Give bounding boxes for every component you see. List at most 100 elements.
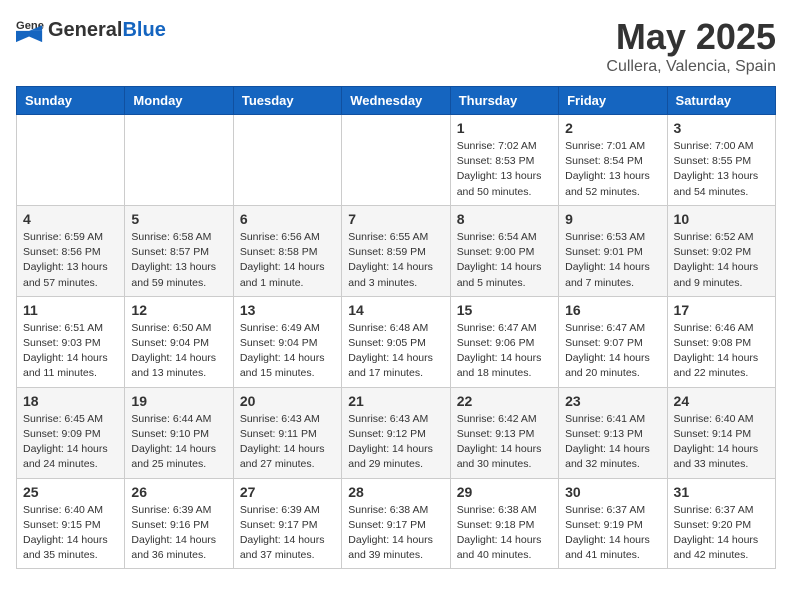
- calendar-cell: 24 Sunrise: 6:40 AMSunset: 9:14 PMDayligh…: [667, 387, 775, 478]
- day-number: 31: [674, 484, 769, 500]
- calendar-cell: 29Sunrise: 6:38 AMSunset: 9:18 PMDayligh…: [450, 478, 558, 569]
- day-number: 24: [674, 393, 769, 409]
- weekday-header-thursday: Thursday: [450, 87, 558, 115]
- calendar-cell: 31 Sunrise: 6:37 AMSunset: 9:20 PMDayligh…: [667, 478, 775, 569]
- day-info: Sunrise: 6:44 AMSunset: 9:10 PMDaylight:…: [131, 412, 226, 473]
- calendar-cell: 8 Sunrise: 6:54 AMSunset: 9:00 PMDaylight…: [450, 205, 558, 296]
- calendar-week-row: 25Sunrise: 6:40 AMSunset: 9:15 PMDayligh…: [17, 478, 776, 569]
- day-info: Sunrise: 6:39 AMSunset: 9:17 PMDaylight:…: [240, 503, 335, 564]
- calendar-cell: 9 Sunrise: 6:53 AMSunset: 9:01 PMDaylight…: [559, 205, 667, 296]
- day-info: Sunrise: 6:42 AMSunset: 9:13 PMDaylight:…: [457, 412, 552, 473]
- day-info: Sunrise: 6:47 AMSunset: 9:07 PMDaylight:…: [565, 321, 660, 382]
- day-number: 23: [565, 393, 660, 409]
- day-number: 8: [457, 211, 552, 227]
- calendar-week-row: 11 Sunrise: 6:51 AMSunset: 9:03 PMDayligh…: [17, 296, 776, 387]
- day-number: 4: [23, 211, 118, 227]
- calendar-cell: 2 Sunrise: 7:01 AMSunset: 8:54 PMDaylight…: [559, 115, 667, 206]
- header: General General Blue May 2025 Cullera, V…: [16, 16, 776, 76]
- calendar-cell: 27 Sunrise: 6:39 AMSunset: 9:17 PMDayligh…: [233, 478, 341, 569]
- calendar-cell: 4 Sunrise: 6:59 AMSunset: 8:56 PMDaylight…: [17, 205, 125, 296]
- month-title: May 2025: [606, 16, 776, 58]
- weekday-header-monday: Monday: [125, 87, 233, 115]
- day-number: 25: [23, 484, 118, 500]
- day-info: Sunrise: 6:52 AMSunset: 9:02 PMDaylight:…: [674, 230, 769, 291]
- weekday-header-friday: Friday: [559, 87, 667, 115]
- day-info: Sunrise: 6:37 AMSunset: 9:20 PMDaylight:…: [674, 503, 769, 564]
- calendar-cell: 30 Sunrise: 6:37 AMSunset: 9:19 PMDayligh…: [559, 478, 667, 569]
- day-info: Sunrise: 6:56 AMSunset: 8:58 PMDaylight:…: [240, 230, 335, 291]
- day-info: Sunrise: 6:46 AMSunset: 9:08 PMDaylight:…: [674, 321, 769, 382]
- title-area: May 2025 Cullera, Valencia, Spain: [606, 16, 776, 76]
- day-info: Sunrise: 6:43 AMSunset: 9:12 PMDaylight:…: [348, 412, 443, 473]
- day-number: 9: [565, 211, 660, 227]
- calendar-cell: 22Sunrise: 6:42 AMSunset: 9:13 PMDayligh…: [450, 387, 558, 478]
- day-info: Sunrise: 6:53 AMSunset: 9:01 PMDaylight:…: [565, 230, 660, 291]
- day-number: 30: [565, 484, 660, 500]
- calendar-cell: 17 Sunrise: 6:46 AMSunset: 9:08 PMDayligh…: [667, 296, 775, 387]
- day-number: 27: [240, 484, 335, 500]
- day-number: 18: [23, 393, 118, 409]
- calendar-week-row: 4 Sunrise: 6:59 AMSunset: 8:56 PMDaylight…: [17, 205, 776, 296]
- day-info: Sunrise: 6:40 AMSunset: 9:14 PMDaylight:…: [674, 412, 769, 473]
- calendar-cell: [342, 115, 450, 206]
- day-info: Sunrise: 6:41 AMSunset: 9:13 PMDaylight:…: [565, 412, 660, 473]
- day-info: Sunrise: 6:48 AMSunset: 9:05 PMDaylight:…: [348, 321, 443, 382]
- location-subtitle: Cullera, Valencia, Spain: [606, 58, 776, 76]
- calendar-cell: 11 Sunrise: 6:51 AMSunset: 9:03 PMDayligh…: [17, 296, 125, 387]
- day-info: Sunrise: 6:51 AMSunset: 9:03 PMDaylight:…: [23, 321, 118, 382]
- day-info: Sunrise: 7:01 AMSunset: 8:54 PMDaylight:…: [565, 139, 660, 200]
- day-info: Sunrise: 6:59 AMSunset: 8:56 PMDaylight:…: [23, 230, 118, 291]
- calendar-cell: 5Sunrise: 6:58 AMSunset: 8:57 PMDaylight…: [125, 205, 233, 296]
- day-number: 12: [131, 302, 226, 318]
- day-number: 1: [457, 120, 552, 136]
- calendar-cell: 19 Sunrise: 6:44 AMSunset: 9:10 PMDayligh…: [125, 387, 233, 478]
- day-info: Sunrise: 6:54 AMSunset: 9:00 PMDaylight:…: [457, 230, 552, 291]
- calendar-cell: 20 Sunrise: 6:43 AMSunset: 9:11 PMDayligh…: [233, 387, 341, 478]
- weekday-header-row: SundayMondayTuesdayWednesdayThursdayFrid…: [17, 87, 776, 115]
- day-info: Sunrise: 7:00 AMSunset: 8:55 PMDaylight:…: [674, 139, 769, 200]
- calendar-week-row: 18Sunrise: 6:45 AMSunset: 9:09 PMDayligh…: [17, 387, 776, 478]
- calendar-cell: 26 Sunrise: 6:39 AMSunset: 9:16 PMDayligh…: [125, 478, 233, 569]
- day-number: 14: [348, 302, 443, 318]
- day-number: 11: [23, 302, 118, 318]
- day-info: Sunrise: 6:50 AMSunset: 9:04 PMDaylight:…: [131, 321, 226, 382]
- calendar-cell: 1 Sunrise: 7:02 AMSunset: 8:53 PMDaylight…: [450, 115, 558, 206]
- weekday-header-sunday: Sunday: [17, 87, 125, 115]
- day-number: 6: [240, 211, 335, 227]
- day-number: 17: [674, 302, 769, 318]
- calendar-cell: 23 Sunrise: 6:41 AMSunset: 9:13 PMDayligh…: [559, 387, 667, 478]
- calendar-table: SundayMondayTuesdayWednesdayThursdayFrid…: [16, 86, 776, 569]
- calendar-cell: 3Sunrise: 7:00 AMSunset: 8:55 PMDaylight…: [667, 115, 775, 206]
- calendar-cell: 10 Sunrise: 6:52 AMSunset: 9:02 PMDayligh…: [667, 205, 775, 296]
- day-number: 15: [457, 302, 552, 318]
- day-number: 20: [240, 393, 335, 409]
- day-number: 26: [131, 484, 226, 500]
- weekday-header-wednesday: Wednesday: [342, 87, 450, 115]
- logo-general-text: General: [48, 19, 122, 42]
- day-info: Sunrise: 6:55 AMSunset: 8:59 PMDaylight:…: [348, 230, 443, 291]
- day-number: 16: [565, 302, 660, 318]
- calendar-cell: 14 Sunrise: 6:48 AMSunset: 9:05 PMDayligh…: [342, 296, 450, 387]
- calendar-cell: [233, 115, 341, 206]
- day-info: Sunrise: 6:47 AMSunset: 9:06 PMDaylight:…: [457, 321, 552, 382]
- day-number: 10: [674, 211, 769, 227]
- day-info: Sunrise: 6:39 AMSunset: 9:16 PMDaylight:…: [131, 503, 226, 564]
- calendar-week-row: 1 Sunrise: 7:02 AMSunset: 8:53 PMDaylight…: [17, 115, 776, 206]
- day-info: Sunrise: 6:58 AMSunset: 8:57 PMDaylight:…: [131, 230, 226, 291]
- day-info: Sunrise: 6:38 AMSunset: 9:17 PMDaylight:…: [348, 503, 443, 564]
- calendar-cell: 6 Sunrise: 6:56 AMSunset: 8:58 PMDaylight…: [233, 205, 341, 296]
- calendar-cell: 13Sunrise: 6:49 AMSunset: 9:04 PMDayligh…: [233, 296, 341, 387]
- day-info: Sunrise: 7:02 AMSunset: 8:53 PMDaylight:…: [457, 139, 552, 200]
- day-info: Sunrise: 6:43 AMSunset: 9:11 PMDaylight:…: [240, 412, 335, 473]
- weekday-header-saturday: Saturday: [667, 87, 775, 115]
- day-number: 19: [131, 393, 226, 409]
- day-number: 21: [348, 393, 443, 409]
- day-info: Sunrise: 6:37 AMSunset: 9:19 PMDaylight:…: [565, 503, 660, 564]
- weekday-header-tuesday: Tuesday: [233, 87, 341, 115]
- calendar-cell: 28Sunrise: 6:38 AMSunset: 9:17 PMDayligh…: [342, 478, 450, 569]
- calendar-cell: 21 Sunrise: 6:43 AMSunset: 9:12 PMDayligh…: [342, 387, 450, 478]
- day-info: Sunrise: 6:49 AMSunset: 9:04 PMDaylight:…: [240, 321, 335, 382]
- day-number: 2: [565, 120, 660, 136]
- logo-icon: General: [16, 16, 44, 44]
- calendar-cell: 16 Sunrise: 6:47 AMSunset: 9:07 PMDayligh…: [559, 296, 667, 387]
